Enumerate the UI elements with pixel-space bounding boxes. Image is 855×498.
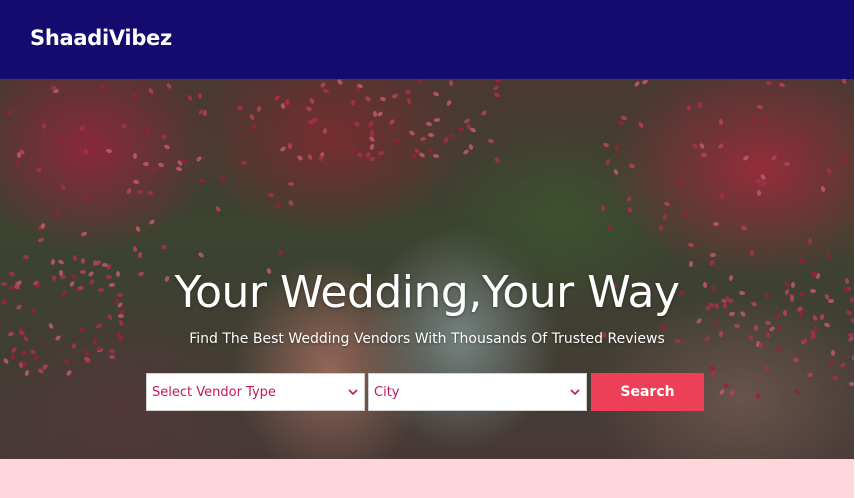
content-band	[0, 459, 854, 498]
hero-banner: Your Wedding,Your Way Find The Best Wedd…	[0, 79, 854, 459]
city-select-value: City	[374, 384, 400, 400]
hero-title: Your Wedding,Your Way	[174, 267, 680, 318]
city-select[interactable]: City	[368, 373, 587, 411]
vendor-type-select[interactable]: Select Vendor Type	[146, 373, 365, 411]
vendor-type-select-value: Select Vendor Type	[152, 384, 276, 400]
top-navbar: ShaadiVibez	[0, 0, 854, 79]
search-button[interactable]: Search	[591, 373, 704, 411]
chevron-down-icon	[570, 389, 580, 396]
chevron-down-icon	[348, 389, 358, 396]
hero-subtitle: Find The Best Wedding Vendors With Thous…	[189, 331, 665, 347]
brand-logo-link[interactable]: ShaadiVibez	[30, 26, 172, 50]
